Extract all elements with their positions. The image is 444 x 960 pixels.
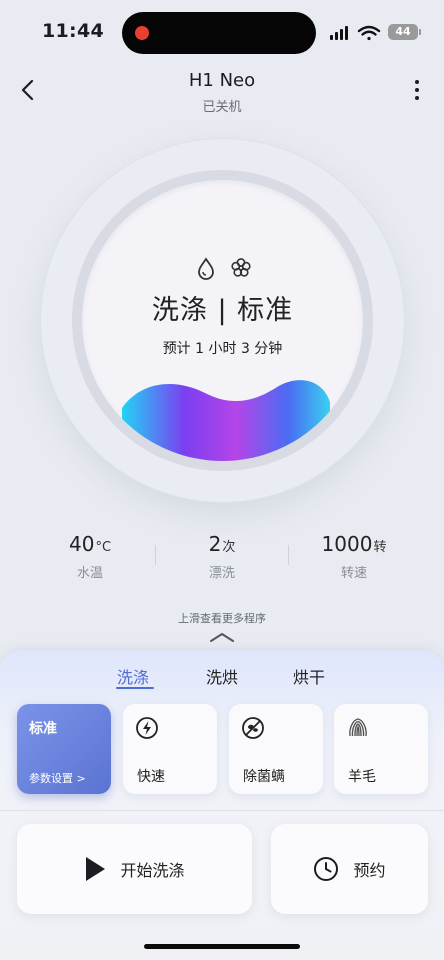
spin-label: 转速	[340, 566, 367, 581]
more-options-button[interactable]	[404, 76, 430, 104]
active-tab-indicator	[116, 687, 154, 689]
start-wash-label: 开始洗涤	[120, 861, 185, 880]
status-time: 11:44	[42, 20, 104, 42]
wifi-icon	[357, 25, 381, 41]
flower-icon	[231, 258, 251, 277]
tab-wash-dry[interactable]: 洗烘	[206, 664, 238, 688]
program-card-mite-removal[interactable]: 除菌螨	[229, 704, 323, 794]
current-program: 洗涤 | 标准	[151, 295, 294, 326]
wool-icon	[349, 718, 367, 737]
device-status: 已关机	[202, 100, 242, 115]
home-indicator[interactable]	[144, 944, 300, 949]
more-programs-hint: 上滑查看更多程序	[178, 612, 266, 625]
no-mite-icon	[242, 717, 264, 739]
water-drop-icon	[198, 257, 214, 280]
device-title: H1 Neo	[188, 70, 256, 91]
more-dot	[415, 80, 419, 84]
rinse-label: 漂洗	[208, 566, 235, 581]
spin-value: 1000	[321, 532, 373, 556]
tab-dry[interactable]: 烘干	[293, 664, 325, 688]
rinse-value: 2	[208, 532, 222, 556]
dynamic-island	[122, 12, 316, 54]
parameter-settings-link[interactable]: 参数设置 >	[29, 770, 86, 786]
water-temperature-setting[interactable]: 40°C 水温	[20, 532, 160, 581]
dial-icons	[195, 256, 255, 280]
program-label: 羊毛	[348, 769, 376, 785]
start-wash-button[interactable]: 开始洗涤	[17, 824, 252, 914]
schedule-button[interactable]: 预约	[271, 824, 428, 914]
rinse-unit: 次	[222, 540, 236, 555]
temperature-value: 40	[68, 532, 95, 556]
spin-unit: 转	[373, 540, 387, 555]
cellular-signal-icon	[330, 26, 348, 40]
play-icon	[86, 857, 106, 881]
estimated-time: 预计 1 小时 3 分钟	[162, 341, 283, 357]
section-divider	[0, 810, 444, 811]
more-dot	[415, 88, 419, 92]
program-card-standard[interactable]: 标准 参数设置 >	[17, 704, 111, 794]
rinse-count-setting[interactable]: 2次 漂洗	[152, 532, 292, 581]
tab-wash[interactable]: 洗涤	[117, 664, 149, 688]
spin-speed-setting[interactable]: 1000转 转速	[284, 532, 424, 581]
chevron-up-icon[interactable]	[207, 631, 237, 643]
program-card-quick[interactable]: 快速	[123, 704, 217, 794]
schedule-label: 预约	[353, 861, 386, 880]
program-label: 除菌螨	[243, 769, 285, 785]
battery-tip	[419, 29, 421, 35]
program-label: 快速	[137, 769, 165, 785]
more-dot	[415, 96, 419, 100]
program-label: 标准	[29, 721, 57, 737]
battery-icon: 44	[388, 24, 418, 40]
recording-indicator-icon	[135, 26, 149, 40]
temperature-unit: °C	[95, 540, 112, 555]
program-card-wool[interactable]: 羊毛	[334, 704, 428, 794]
clock-icon	[314, 857, 339, 881]
temperature-label: 水温	[76, 566, 103, 581]
lightning-icon	[136, 717, 158, 739]
